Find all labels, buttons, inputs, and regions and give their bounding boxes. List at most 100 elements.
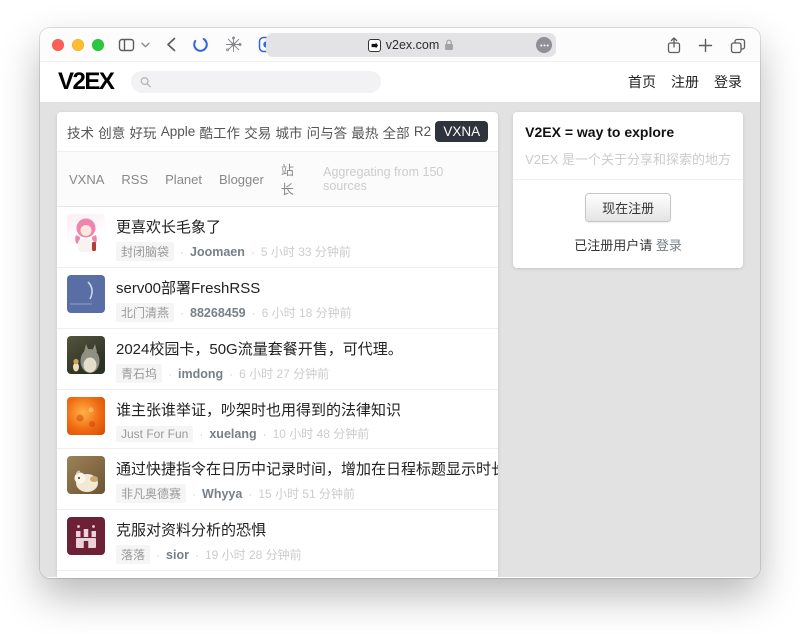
sub-tab-vxna[interactable]: VXNA [69,172,104,187]
nav-tab-play[interactable]: 好玩 [129,122,156,142]
post-title-link[interactable]: serv00部署FreshRSS [116,277,352,298]
nav-tab-all[interactable]: 全部 [383,122,410,142]
nav-tab-apple[interactable]: Apple [161,124,196,139]
nav-tab-hot[interactable]: 最热 [351,122,378,142]
lock-icon [444,39,454,51]
post-title-link[interactable]: 通过快捷指令在日历中记录时间，增加在日程标题显示时长 [116,458,488,479]
main-column: 技术 创意 好玩 Apple 酷工作 交易 城市 问与答 最热 全部 R2 VX… [57,112,498,577]
avatar-art-sun [67,397,105,435]
share-button[interactable] [667,37,681,54]
meta-dot: · [192,487,196,501]
author-link[interactable]: xuelang [209,427,256,441]
header-link-home[interactable]: 首页 [628,72,656,92]
node-tag[interactable]: Just For Fun [116,426,193,442]
nav-tab-city[interactable]: 城市 [275,122,302,142]
author-link[interactable]: sior [166,548,189,562]
nav-tab-qna[interactable]: 问与答 [307,122,348,142]
register-now-button[interactable]: 现在注册 [585,193,671,222]
minimize-window-button[interactable] [72,39,84,51]
meta-dot: · [168,367,172,381]
nav-tab-vxna-active[interactable]: VXNA [435,121,488,142]
tab-overview-button[interactable] [730,37,746,54]
header-link-login[interactable]: 登录 [714,72,742,92]
login-link[interactable]: 登录 [656,238,682,253]
node-tag[interactable]: 封闭脑袋 [116,242,174,261]
site-description: V2EX 是一个关于分享和探索的地方 [525,149,731,168]
post-meta: 落落 · sior · 19 小时 28 分钟前 [116,545,302,564]
post-row: 谁主张谁举证，吵架时也用得到的法律知识 Just For Fun · xuela… [57,390,498,449]
sidebar-toggle-button[interactable] [118,37,135,53]
post-time: 19 小时 28 分钟前 [205,546,302,563]
sub-tab-rss[interactable]: RSS [121,172,148,187]
close-window-button[interactable] [52,39,64,51]
header-links: 首页 注册 登录 [628,72,742,92]
nav-tab-deals[interactable]: 交易 [244,122,271,142]
site-search-box[interactable] [131,71,381,93]
zoom-window-button[interactable] [92,39,104,51]
avatar[interactable] [67,397,105,435]
sidebar-column: V2EX = way to explore V2EX 是一个关于分享和探索的地方… [513,112,743,268]
nav-tab-r2[interactable]: R2 [414,124,431,139]
avatar[interactable] [67,214,105,252]
post-title-link[interactable]: 2024校园卡，50G流量套餐开售，可代理。 [116,338,403,359]
avatar[interactable] [67,336,105,374]
author-link[interactable]: Joomaen [190,245,245,259]
more-options-button[interactable] [536,37,552,53]
post-meta: Just For Fun · xuelang · 10 小时 48 分钟前 [116,425,401,442]
post-time: 5 小时 33 分钟前 [261,243,351,260]
avatar-art-anime-girl [67,214,105,252]
login-line: 已注册用户请 登录 [525,235,731,254]
avatar[interactable] [67,517,105,555]
meta-dot: · [229,367,233,381]
node-tag[interactable]: 非凡奥德赛 [116,484,186,503]
intro-box-header: V2EX = way to explore V2EX 是一个关于分享和探索的地方 [513,112,743,179]
content-area: 技术 创意 好玩 Apple 酷工作 交易 城市 问与答 最热 全部 R2 VX… [40,102,760,577]
sub-tab-blogger[interactable]: Blogger [219,172,264,187]
web-extension-icon[interactable] [225,36,242,53]
nav-tab-tech[interactable]: 技术 [67,122,94,142]
meta-dot: · [252,306,256,320]
meta-dot: · [195,548,199,562]
post-row: 更喜欢长毛象了 封闭脑袋 · Joomaen · 5 小时 33 分钟前 [57,207,498,268]
avatar[interactable] [67,275,105,313]
post-title-link[interactable]: 更喜欢长毛象了 [116,216,351,237]
post-row: 通过快捷指令在日历中记录时间，增加在日程标题显示时长 非凡奥德赛 · Whyya… [57,449,498,510]
post-meta: 非凡奥德赛 · Whyya · 15 小时 51 分钟前 [116,484,488,503]
author-link[interactable]: imdong [178,367,223,381]
post-title-link[interactable]: 克服对资料分析的恐惧 [116,519,302,540]
node-tag[interactable]: 北门清燕 [116,303,174,322]
sub-tab-planet[interactable]: Planet [165,172,202,187]
aggregating-note: Aggregating from 150 sources [323,165,486,193]
node-tag[interactable]: 青石坞 [116,364,162,383]
author-link[interactable]: 88268459 [190,306,246,320]
post-meta: 北门清燕 · 88268459 · 6 小时 18 分钟前 [116,303,352,322]
login-prefix-text: 已注册用户请 [574,238,652,253]
nav-tabs: 技术 创意 好玩 Apple 酷工作 交易 城市 问与答 最热 全部 R2 VX… [57,112,498,151]
address-bar[interactable]: v2ex.com [266,33,556,57]
chevron-down-icon[interactable] [141,42,150,48]
avatar[interactable] [67,456,105,494]
nav-tab-creative[interactable]: 创意 [98,122,125,142]
nav-tab-jobs[interactable]: 酷工作 [199,122,240,142]
site-logo[interactable]: V2EX [58,68,113,96]
back-button[interactable] [166,37,176,52]
post-row: 克服对资料分析的恐惧 落落 · sior · 19 小时 28 分钟前 [57,510,498,571]
site-favicon-icon [368,39,381,52]
address-text: v2ex.com [386,38,440,52]
search-input[interactable] [157,75,373,90]
avatar-art-castle [67,517,105,555]
author-link[interactable]: Whyya [202,487,242,501]
sub-tab-webmaster[interactable]: 站长 [281,160,306,198]
toolbar-left-icons [118,36,275,53]
avatar-art-hamster [67,456,105,494]
new-tab-button[interactable] [698,37,713,54]
browser-window: v2ex.com V2EX [40,28,760,578]
post-title-link[interactable]: 谁主张谁举证，吵架时也用得到的法律知识 [116,399,401,420]
post-time: 10 小时 48 分钟前 [273,425,370,442]
traffic-lights [52,39,104,51]
page-loading-spinner-icon[interactable] [192,36,209,53]
header-link-register[interactable]: 注册 [671,72,699,92]
meta-dot: · [180,306,184,320]
node-tag[interactable]: 落落 [116,545,150,564]
post-meta: 封闭脑袋 · Joomaen · 5 小时 33 分钟前 [116,242,351,261]
